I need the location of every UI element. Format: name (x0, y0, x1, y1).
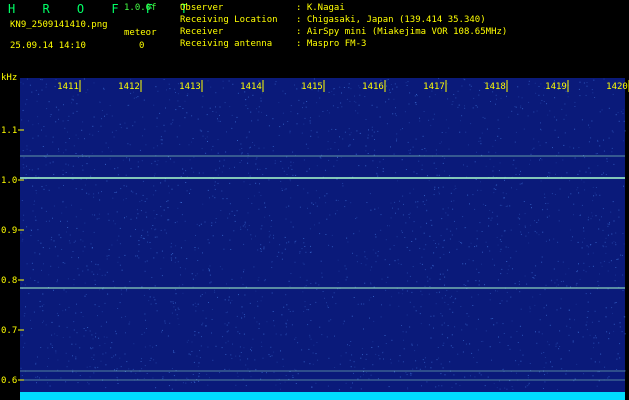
meteor-count: 0 (139, 41, 145, 51)
frequency-tick-label: 0.9 (1, 226, 17, 236)
time-tick-label: 1415 (301, 82, 323, 92)
receiver-key: Receiver (180, 27, 224, 37)
observer-key: Observer (180, 3, 224, 13)
antenna-key: Receiving antenna (180, 39, 273, 49)
filename-label: KN9_2509141410.png (10, 20, 108, 30)
frequency-tick-label: 1.1 (1, 126, 17, 136)
spectrogram-background (20, 78, 625, 400)
timestamp-label: 25.09.14 14:10 (10, 41, 86, 51)
frequency-tick-label: 0.8 (1, 276, 17, 286)
time-tick-label: 1417 (423, 82, 445, 92)
time-tick-label: 1418 (484, 82, 506, 92)
noise-floor-band (20, 392, 625, 400)
meteor-label: meteor (124, 28, 157, 38)
time-tick-label: 1419 (545, 82, 567, 92)
observer-value: : K.Nagai (296, 3, 345, 13)
time-tick-label: 1414 (240, 82, 262, 92)
time-tick-label: 1412 (118, 82, 140, 92)
frequency-tick-label: 0.6 (1, 376, 17, 386)
version-label: 1.0.0f (124, 3, 157, 13)
hrofft-logo: H R O F F T (8, 2, 198, 16)
time-tick-label: 1413 (179, 82, 201, 92)
frequency-tick-label: 1.0 (1, 176, 17, 186)
antenna-value: : Maspro FM-3 (296, 39, 367, 49)
location-value: : Chigasaki, Japan (139.414 35.340) (296, 15, 486, 25)
time-tick-label: 1411 (57, 82, 79, 92)
spectrogram: 1411 1412 1413 1414 1415 1416 1417 1418 1419 1420… (1, 78, 629, 400)
receiver-value: : AirSpy mini (Miakejima VOR 108.65MHz) (296, 27, 508, 37)
frequency-tick-label: 0.7 (1, 326, 17, 336)
time-tick-label: 1416 (362, 82, 384, 92)
location-key: Receiving Location (180, 15, 278, 25)
time-tick-label: 1420 (606, 82, 628, 92)
